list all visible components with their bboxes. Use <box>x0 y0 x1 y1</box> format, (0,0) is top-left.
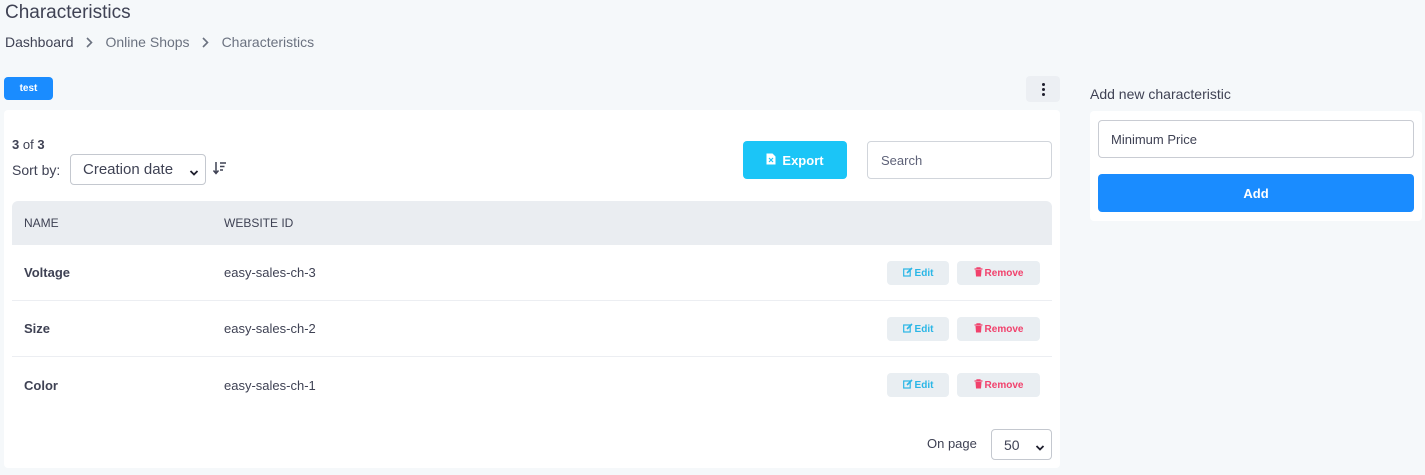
on-page-label: On page <box>927 436 977 451</box>
sort-desc-icon[interactable] <box>212 161 227 180</box>
chevron-right-icon <box>196 36 216 48</box>
tag-test-button[interactable]: test <box>4 77 53 100</box>
export-label: Export <box>782 152 824 168</box>
table-row: Color easy-sales-ch-1 Edit Remove <box>12 357 1052 413</box>
search-input[interactable] <box>867 141 1052 179</box>
column-header-website-id[interactable]: WEBSITE ID <box>212 216 293 230</box>
more-options-button[interactable] <box>1026 76 1060 102</box>
edit-button[interactable]: Edit <box>887 317 949 341</box>
row-website-id: easy-sales-ch-2 <box>224 321 316 336</box>
trash-icon <box>974 266 983 280</box>
page-title: Characteristics <box>5 2 131 23</box>
add-button[interactable]: Add <box>1098 174 1414 212</box>
breadcrumb-dashboard[interactable]: Dashboard <box>5 34 74 50</box>
table-row: Voltage easy-sales-ch-3 Edit Remove <box>12 245 1052 301</box>
sort-label: Sort by: <box>12 162 61 178</box>
row-name: Size <box>24 321 51 336</box>
table-row: Size easy-sales-ch-2 Edit Remove <box>12 301 1052 357</box>
add-characteristic-card: Add <box>1090 111 1422 221</box>
trash-icon <box>974 322 983 336</box>
column-header-name[interactable]: NAME <box>12 216 212 230</box>
remove-button[interactable]: Remove <box>957 317 1040 341</box>
edit-icon <box>902 266 913 280</box>
trash-icon <box>974 378 983 392</box>
more-vertical-icon <box>1041 82 1045 96</box>
on-page-select[interactable]: 50 <box>991 429 1052 460</box>
breadcrumb-online-shops[interactable]: Online Shops <box>106 34 190 50</box>
edit-button[interactable]: Edit <box>887 373 949 397</box>
remove-button[interactable]: Remove <box>957 373 1040 397</box>
row-name: Color <box>24 377 58 393</box>
add-characteristic-title: Add new characteristic <box>1090 86 1231 102</box>
breadcrumb: Dashboard Online Shops Characteristics <box>5 34 314 50</box>
characteristics-card: 3 of 3 Sort by: Creation date Export NAM… <box>4 110 1060 468</box>
table-header: NAME WEBSITE ID <box>12 201 1052 245</box>
edit-icon <box>902 378 913 392</box>
characteristic-name-input[interactable] <box>1098 120 1414 158</box>
chevron-down-icon <box>189 165 199 182</box>
remove-button[interactable]: Remove <box>957 261 1040 285</box>
file-excel-icon <box>766 153 776 168</box>
row-website-id: easy-sales-ch-1 <box>224 377 316 393</box>
sort-select[interactable]: Creation date <box>70 154 206 185</box>
row-website-id: easy-sales-ch-3 <box>224 265 316 280</box>
row-name: Voltage <box>24 265 70 280</box>
chevron-down-icon <box>1035 440 1045 456</box>
characteristics-table: NAME WEBSITE ID Voltage easy-sales-ch-3 … <box>12 201 1052 413</box>
chevron-right-icon <box>80 36 100 48</box>
edit-icon <box>902 322 913 336</box>
sort-select-value: Creation date <box>83 161 174 178</box>
result-count: 3 of 3 <box>12 137 45 152</box>
on-page-value: 50 <box>1004 436 1020 453</box>
edit-button[interactable]: Edit <box>887 261 949 285</box>
export-button[interactable]: Export <box>743 141 847 179</box>
breadcrumb-characteristics: Characteristics <box>221 34 315 50</box>
